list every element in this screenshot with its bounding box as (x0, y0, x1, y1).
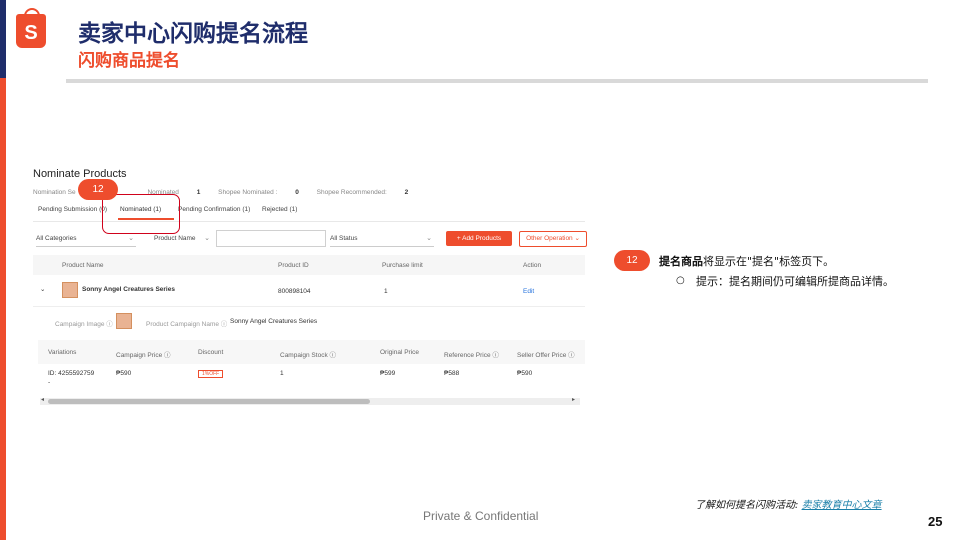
slide-title: 卖家中心闪购提名流程 (78, 21, 308, 47)
header-purchase-limit: Purchase limit (382, 262, 423, 269)
header-reference-price: Reference Price ⓘ (444, 352, 499, 359)
variation-id: ID: 4255592759 (48, 370, 95, 377)
chevron-down-icon: ⌄ (204, 235, 210, 242)
tab-rejected[interactable]: Rejected (1) (262, 206, 297, 213)
annotation-tip: 提示：提名期间仍可编辑所提商品详情。 (696, 275, 894, 288)
chevron-down-icon: ⌄ (128, 235, 134, 242)
campaign-image-label: Campaign Image ⓘ (55, 321, 113, 328)
campaign-price: ₱590 (116, 370, 132, 377)
education-hub-link[interactable]: 卖家教育中心文章 (802, 500, 882, 511)
seller-centre-screenshot: Nominate Products Nomination Se Nominate… (30, 160, 592, 412)
annotation-main: 提名商品将显示在"提名"标签页下。 (659, 255, 835, 268)
header-action: Action (523, 262, 542, 269)
campaign-image-thumbnail[interactable] (116, 313, 132, 329)
header-campaign-stock: Campaign Stock ⓘ (280, 352, 336, 359)
status-select[interactable]: All Status ⌄ (330, 231, 434, 247)
campaign-name: Sonny Angel Creatures Series (230, 318, 318, 325)
row-divider (33, 306, 585, 307)
step-badge: 12 (614, 250, 650, 271)
scroll-left-icon[interactable]: ◂ (41, 396, 44, 403)
seller-offer-price: ₱590 (517, 370, 533, 377)
product-name: Sonny Angel Creatures Series (82, 286, 175, 293)
header-variations: Variations (48, 349, 77, 356)
search-type-select[interactable]: Product Name ⌄ (154, 231, 212, 246)
side-accent-bar (0, 78, 6, 540)
step-badge: 12 (78, 179, 118, 200)
search-input[interactable] (216, 230, 326, 247)
product-thumbnail (62, 282, 78, 298)
slide-subtitle: 闪购商品提名 (78, 51, 180, 71)
shopee-logo-icon: S (16, 8, 46, 48)
campaign-stock: 1 (280, 370, 284, 377)
table-header (33, 255, 585, 275)
nominated-tab-highlight (102, 194, 180, 234)
summary-item: Shopee Nominated : 0 (218, 189, 299, 196)
campaign-name-label: Product Campaign Name ⓘ (146, 321, 228, 328)
header-campaign-price: Campaign Price ⓘ (116, 352, 171, 359)
bullet-icon: ○ (676, 275, 685, 286)
chevron-down-icon: ⌄ (426, 235, 432, 242)
confidential-footer: Private & Confidential (423, 509, 539, 523)
tab-pending-submission[interactable]: Pending Submission (0) (38, 206, 107, 213)
original-price: ₱599 (380, 370, 396, 377)
discount-badge: 1%OFF (198, 370, 224, 378)
summary-item: Shopee Recommended: 2 (316, 189, 409, 196)
product-id: 800898104 (278, 288, 311, 295)
page-number: 25 (928, 514, 943, 529)
header-product-name: Product Name (62, 262, 104, 269)
header-seller-offer-price: Seller Offer Price ⓘ (517, 352, 575, 359)
category-select[interactable]: All Categories ⌄ (36, 231, 136, 247)
header-original-price: Original Price (380, 349, 420, 356)
page-title: Nominate Products (33, 168, 127, 180)
chevron-down-icon: ⌄ (574, 235, 580, 242)
tab-pending-confirmation[interactable]: Pending Confirmation (1) (178, 206, 250, 213)
edit-link[interactable]: Edit (523, 288, 534, 295)
footer-reference: 了解如何提名闪购活动: 卖家教育中心文章 (695, 500, 882, 511)
expand-row-icon[interactable]: ⌄ (40, 285, 45, 293)
scroll-right-icon[interactable]: ▸ (572, 396, 575, 403)
purchase-limit: 1 (384, 288, 388, 295)
header-product-id: Product ID (278, 262, 309, 269)
title-divider (66, 79, 928, 83)
top-accent-bar (0, 0, 6, 78)
reference-price: ₱588 (444, 370, 460, 377)
variation-extra: - (48, 379, 51, 386)
other-operation-button[interactable]: Other Operation ⌄ (519, 231, 587, 247)
header-discount: Discount (198, 349, 224, 356)
scrollbar-thumb[interactable] (48, 399, 370, 404)
add-products-button[interactable]: + Add Products (446, 231, 512, 246)
